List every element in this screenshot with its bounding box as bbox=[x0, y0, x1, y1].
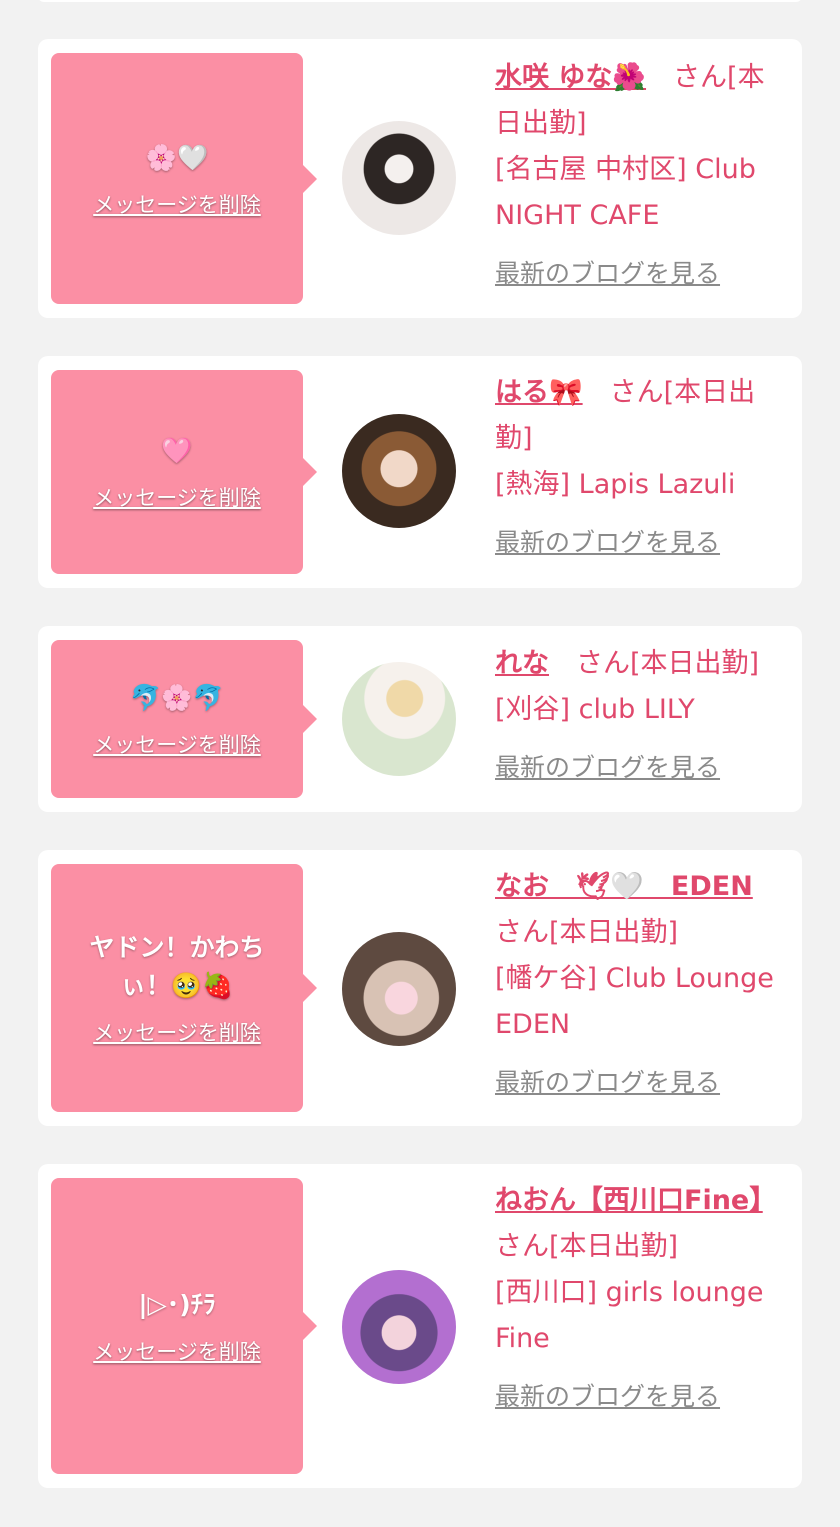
message-text: 🩷 bbox=[161, 436, 193, 465]
cast-info: なお 🕊🤍 EDEN さん[本日出勤] [幡ケ谷] Club Lounge ED… bbox=[495, 864, 782, 1106]
favorite-card: ヤドン！かわちぃ！🥹🍓 メッセージを削除 なお 🕊🤍 EDEN さん[本日出勤]… bbox=[38, 850, 802, 1126]
delete-message-link[interactable]: メッセージを削除 bbox=[93, 1336, 261, 1366]
message-text: ヤドン！かわちぃ！🥹🍓 bbox=[89, 933, 265, 1000]
avatar[interactable] bbox=[342, 121, 456, 235]
cast-name-link[interactable]: なお 🕊🤍 EDEN bbox=[495, 871, 753, 902]
latest-blog-link[interactable]: 最新のブログを見る bbox=[495, 1060, 782, 1106]
cast-info: ねおん【西川口Fine】 さん[本日出勤] [西川口] girls lounge… bbox=[495, 1178, 782, 1420]
avatar[interactable] bbox=[342, 1270, 456, 1384]
previous-card-edge bbox=[38, 0, 802, 2]
favorite-card: 🐬🌸🐬 メッセージを削除 れな さん[本日出勤] [刈谷] club LILY … bbox=[38, 626, 802, 812]
favorite-card: 🩷 メッセージを削除 はる🎀 さん[本日出勤] [熱海] Lapis Lazul… bbox=[38, 356, 802, 588]
message-bubble: 🩷 メッセージを削除 bbox=[51, 370, 317, 574]
cast-name-link[interactable]: れな bbox=[495, 648, 549, 679]
shop-name: [幡ケ谷] Club Lounge EDEN bbox=[495, 963, 774, 1040]
latest-blog-link[interactable]: 最新のブログを見る bbox=[495, 520, 782, 566]
cast-status: さん[本日出勤] bbox=[549, 648, 760, 679]
message-bubble: ヤドン！かわちぃ！🥹🍓 メッセージを削除 bbox=[51, 864, 317, 1112]
message-bubble: 🐬🌸🐬 メッセージを削除 bbox=[51, 640, 317, 798]
cast-info: 水咲 ゆな🌺 さん[本日出勤] [名古屋 中村区] Club NIGHT CAF… bbox=[495, 55, 782, 297]
shop-name: [西川口] girls lounge Fine bbox=[495, 1277, 764, 1354]
cast-status: さん[本日出勤] bbox=[495, 917, 679, 948]
cast-name-link[interactable]: 水咲 ゆな🌺 bbox=[495, 62, 646, 93]
message-text: 🌸🤍 bbox=[145, 142, 209, 172]
cast-name-link[interactable]: ねおん【西川口Fine】 bbox=[495, 1185, 763, 1216]
message-text: 🐬🌸🐬 bbox=[130, 683, 224, 712]
favorite-card: |▷･)ﾁﾗ メッセージを削除 ねおん【西川口Fine】 さん[本日出勤] [西… bbox=[38, 1164, 802, 1488]
avatar[interactable] bbox=[342, 932, 456, 1046]
cast-name-link[interactable]: はる🎀 bbox=[495, 377, 583, 408]
avatar[interactable] bbox=[342, 662, 456, 776]
cast-info: れな さん[本日出勤] [刈谷] club LILY 最新のブログを見る bbox=[495, 641, 782, 791]
delete-message-link[interactable]: メッセージを削除 bbox=[93, 482, 261, 512]
shop-name: [熱海] Lapis Lazuli bbox=[495, 469, 736, 500]
message-bubble: |▷･)ﾁﾗ メッセージを削除 bbox=[51, 1178, 317, 1474]
latest-blog-link[interactable]: 最新のブログを見る bbox=[495, 745, 782, 791]
message-text: |▷･)ﾁﾗ bbox=[138, 1290, 216, 1319]
delete-message-link[interactable]: メッセージを削除 bbox=[93, 189, 261, 219]
avatar[interactable] bbox=[342, 414, 456, 528]
delete-message-link[interactable]: メッセージを削除 bbox=[93, 729, 261, 759]
delete-message-link[interactable]: メッセージを削除 bbox=[93, 1017, 261, 1047]
latest-blog-link[interactable]: 最新のブログを見る bbox=[495, 1374, 782, 1420]
shop-name: [刈谷] club LILY bbox=[495, 694, 695, 725]
shop-name: [名古屋 中村区] Club NIGHT CAFE bbox=[495, 154, 756, 231]
latest-blog-link[interactable]: 最新のブログを見る bbox=[495, 251, 782, 297]
favorite-card: 🌸🤍 メッセージを削除 水咲 ゆな🌺 さん[本日出勤] [名古屋 中村区] Cl… bbox=[38, 39, 802, 318]
cast-info: はる🎀 さん[本日出勤] [熱海] Lapis Lazuli 最新のブログを見る bbox=[495, 370, 782, 566]
message-bubble: 🌸🤍 メッセージを削除 bbox=[51, 53, 317, 304]
